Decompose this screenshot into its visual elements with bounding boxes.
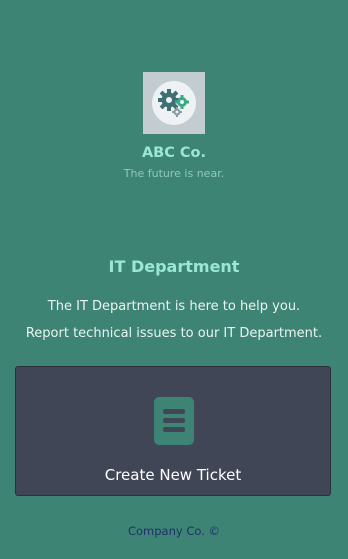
footer-copyright: Company Co. © [127, 524, 221, 538]
intro-text-line-1: The IT Department is here to help you. [47, 299, 301, 314]
ticket-icon-bar [163, 418, 185, 423]
create-ticket-button[interactable]: Create New Ticket [15, 366, 331, 496]
company-logo [143, 72, 205, 134]
gears-icon [152, 81, 196, 125]
create-ticket-label: Create New Ticket [104, 466, 242, 484]
ticket-icon-bar [163, 427, 185, 432]
company-tagline: The future is near. [123, 167, 225, 180]
ticket-list-icon [154, 397, 194, 445]
company-name: ABC Co. [141, 145, 207, 161]
department-title: IT Department [108, 257, 240, 276]
intro-text-line-2: Report technical issues to our IT Depart… [25, 326, 323, 341]
ticket-icon-bar [163, 409, 185, 414]
